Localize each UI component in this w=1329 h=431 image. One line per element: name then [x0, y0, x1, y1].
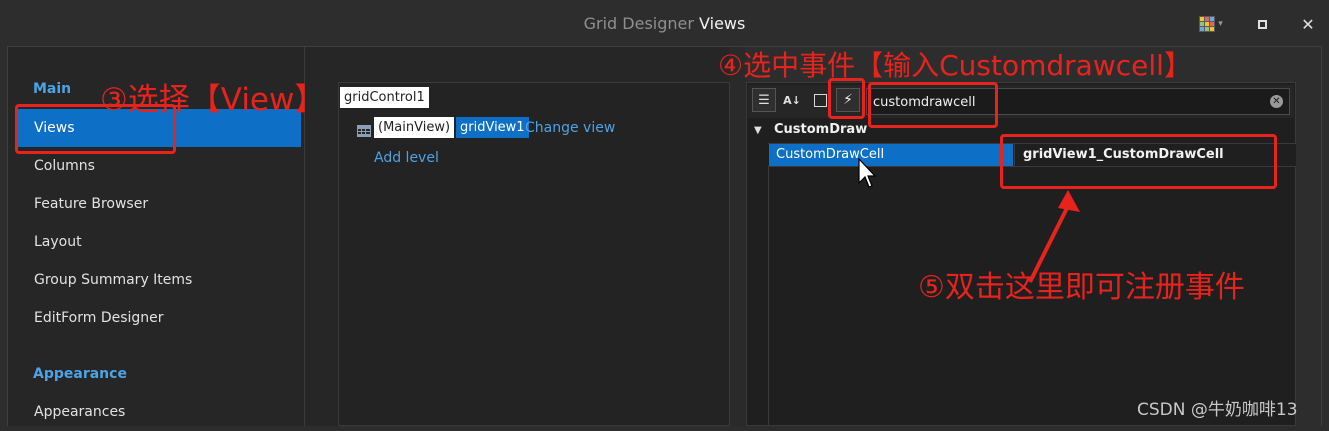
tree-root-grid-control[interactable]: gridControl1	[340, 87, 429, 108]
grid-icon	[1199, 16, 1216, 32]
level-name[interactable]: (MainView)	[374, 117, 455, 138]
maximize-button[interactable]	[1247, 12, 1277, 36]
window-title-prefix: Grid Designer	[583, 14, 694, 33]
watermark: CSDN @牛奶咖啡13	[1137, 400, 1298, 420]
annotation-box-search	[868, 82, 998, 128]
nav-group-main: Main	[33, 81, 72, 97]
nav-group-appearance: Appearance	[33, 366, 127, 382]
close-button[interactable]: ✕	[1293, 12, 1323, 36]
window-title-main: Views	[699, 14, 746, 33]
alphabetical-button[interactable]: A↓	[780, 88, 804, 112]
annotation-box-handler	[1000, 134, 1277, 189]
table-icon	[357, 122, 371, 141]
maximize-icon	[1257, 19, 1267, 29]
add-level-link[interactable]: Add level	[374, 150, 439, 166]
annotation-step4: ④选中事件【输入Customdrawcell】	[718, 49, 1192, 82]
annotation-box-events	[828, 78, 865, 119]
grid-divider	[768, 166, 769, 426]
sidebar-item-editform-designer[interactable]: EditForm Designer	[16, 299, 301, 337]
chevron-down-icon: ▾	[1218, 19, 1223, 29]
event-name[interactable]: CustomDrawCell	[769, 144, 1013, 166]
property-pages-icon	[813, 93, 827, 107]
layout-grid-menu-button[interactable]: ▾	[1196, 12, 1226, 36]
sort-az-icon: A↓	[783, 93, 801, 107]
category-label: CustomDraw	[774, 122, 868, 137]
clear-icon[interactable]: ✕	[1270, 95, 1283, 108]
sidebar-item-layout[interactable]: Layout	[16, 223, 301, 261]
window-title: Grid Designer Views	[0, 14, 1329, 33]
close-icon: ✕	[1301, 14, 1315, 34]
categorized-icon: ☰	[758, 92, 770, 108]
mouse-cursor-icon	[858, 157, 877, 196]
change-view-link[interactable]: Change view	[525, 120, 615, 136]
collapse-triangle-icon[interactable]: ▼	[754, 125, 774, 136]
annotation-step3: ③选择【View】	[100, 82, 326, 118]
view-name[interactable]: gridView1	[456, 117, 529, 138]
sidebar-item-feature-browser[interactable]: Feature Browser	[16, 185, 301, 223]
sidebar-item-appearances[interactable]: Appearances	[16, 393, 301, 431]
pane-splitter[interactable]	[730, 47, 746, 426]
categorized-button[interactable]: ☰	[752, 88, 776, 112]
annotation-step5: ⑤双击这里即可注册事件	[918, 270, 1245, 305]
sidebar-item-group-summary-items[interactable]: Group Summary Items	[16, 261, 301, 299]
